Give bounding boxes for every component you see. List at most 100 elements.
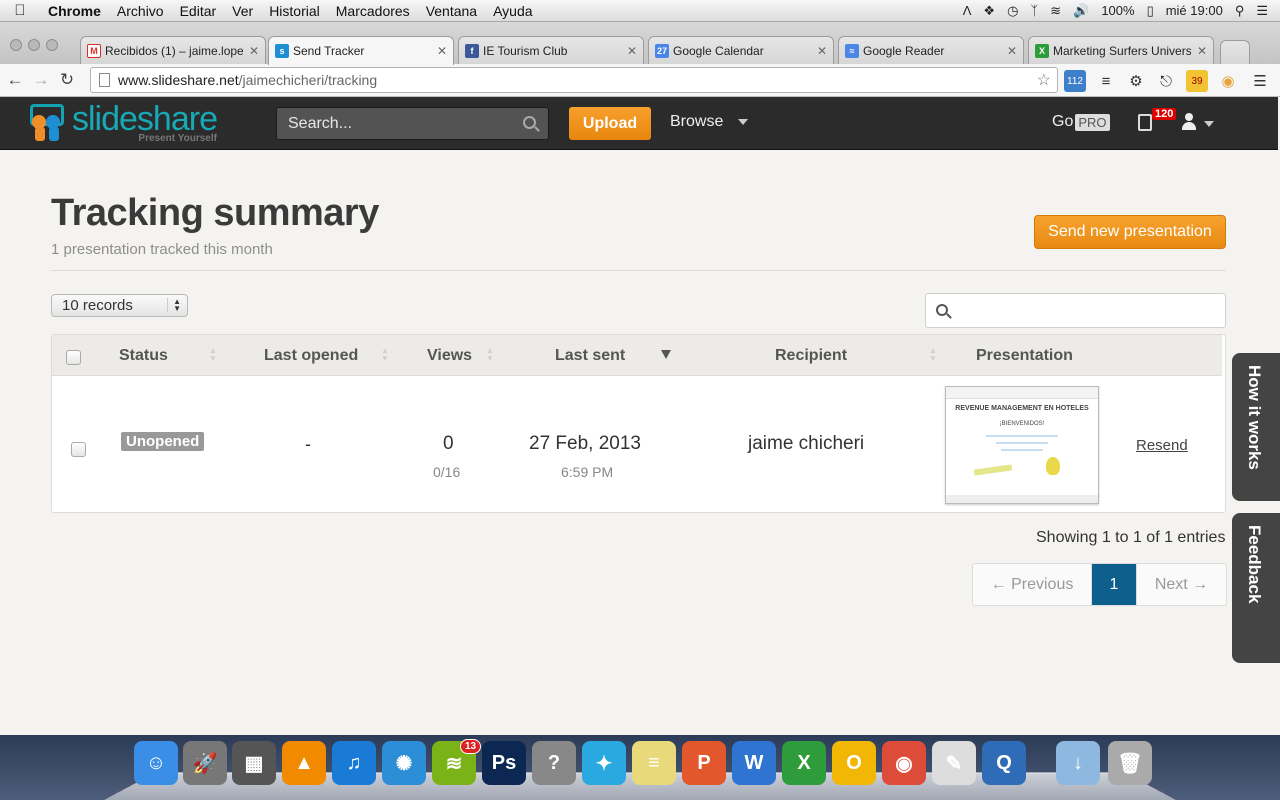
clock[interactable]: mié 19:00 — [1166, 3, 1223, 18]
extension-icon-2[interactable]: 39 — [1186, 70, 1208, 92]
finder-icon[interactable]: ☺ — [134, 741, 178, 785]
tab-send-tracker[interactable]: s Send Tracker ✕ — [268, 36, 454, 65]
close-tab-icon[interactable]: ✕ — [437, 44, 447, 58]
how-it-works-tab[interactable]: How it works — [1232, 353, 1280, 501]
reload-icon[interactable]: ↻ — [54, 70, 80, 90]
excel-icon[interactable]: X — [782, 741, 826, 785]
cookie-extension-icon[interactable]: ◉ — [1218, 70, 1238, 92]
slideshare-logo[interactable]: slideshare Present Yourself — [26, 100, 218, 144]
menu-app-name[interactable]: Chrome — [40, 3, 109, 19]
itunes-icon[interactable]: ♫ — [332, 741, 376, 785]
word-icon[interactable]: W — [732, 741, 776, 785]
column-recipient[interactable]: Recipient — [775, 347, 847, 365]
sort-descending-icon[interactable] — [661, 350, 671, 359]
tab-google-calendar[interactable]: 27 Google Calendar ✕ — [648, 36, 834, 64]
url-bar[interactable]: www.slideshare.net/jaimechicheri/trackin… — [90, 67, 1058, 93]
chrome-menu-icon[interactable]: ☰ — [1250, 70, 1270, 92]
extension-icon-1[interactable]: 112 — [1064, 70, 1086, 92]
tab-marketing-surfers[interactable]: X Marketing Surfers Univers ✕ — [1028, 36, 1214, 64]
close-tab-icon[interactable]: ✕ — [1197, 44, 1207, 58]
stickies-icon[interactable]: ≡ — [632, 741, 676, 785]
column-last-opened[interactable]: Last opened — [264, 347, 358, 365]
page-1-button[interactable]: 1 — [1092, 564, 1136, 605]
sort-icon[interactable]: ▲ ▼ — [929, 347, 937, 363]
powerpoint-icon[interactable]: P — [682, 741, 726, 785]
launchpad-icon[interactable]: 🚀 — [183, 741, 227, 785]
close-window-button[interactable] — [10, 39, 22, 51]
back-icon[interactable]: ← — [2, 70, 28, 90]
chevron-down-icon[interactable] — [1204, 121, 1214, 127]
menu-historial[interactable]: Historial — [261, 3, 328, 19]
gear-icon[interactable]: ⚙ — [1126, 70, 1146, 92]
quicktime-icon[interactable]: Q — [982, 741, 1026, 785]
go-pro-link[interactable]: Go PRO — [1052, 113, 1110, 131]
column-presentation[interactable]: Presentation — [976, 347, 1073, 365]
time-machine-icon[interactable]: ◷ — [1007, 3, 1018, 19]
menu-marcadores[interactable]: Marcadores — [328, 3, 418, 19]
user-icon[interactable] — [1181, 113, 1197, 131]
feedback-tab[interactable]: Feedback — [1232, 513, 1280, 663]
photo-app-icon[interactable]: ▦ — [232, 741, 276, 785]
tab-google-reader[interactable]: ≈ Google Reader ✕ — [838, 36, 1024, 64]
next-page-button[interactable]: Next → — [1136, 564, 1226, 605]
dropbox-status-icon[interactable]: ❖ — [983, 3, 995, 19]
help-icon[interactable]: ? — [532, 741, 576, 785]
resend-link[interactable]: Resend — [1136, 437, 1188, 454]
upload-button[interactable]: Upload — [569, 107, 651, 140]
forward-icon[interactable]: → — [28, 70, 54, 90]
zoom-window-button[interactable] — [46, 39, 58, 51]
bookmark-star-icon[interactable]: ☆ — [1037, 70, 1051, 90]
new-tab-button[interactable] — [1220, 40, 1250, 64]
vlc-icon[interactable]: ▲ — [282, 741, 326, 785]
chrome-icon[interactable]: ◉ — [882, 741, 926, 785]
sort-icon[interactable]: ▲ ▼ — [486, 347, 494, 363]
downloads-folder-icon[interactable]: ↓ — [1056, 741, 1100, 785]
bluetooth-icon[interactable]: ᛉ — [1030, 3, 1038, 18]
previous-page-button[interactable]: ← Previous — [973, 564, 1092, 605]
menu-ver[interactable]: Ver — [224, 3, 261, 19]
row-checkbox[interactable] — [71, 442, 86, 457]
records-per-page-select[interactable]: 10 records ▲ ▼ — [51, 294, 188, 317]
table-search-input[interactable] — [925, 293, 1226, 328]
sort-icon[interactable]: ▲ ▼ — [209, 347, 217, 363]
browse-menu[interactable]: Browse — [670, 113, 723, 131]
menu-ventana[interactable]: Ventana — [418, 3, 485, 19]
spotlight-icon[interactable]: ⚲ — [1235, 3, 1245, 19]
column-last-sent[interactable]: Last sent — [555, 347, 625, 365]
logo-wordmark: slideshare — [72, 100, 218, 138]
menu-ayuda[interactable]: Ayuda — [485, 3, 540, 19]
close-tab-icon[interactable]: ✕ — [249, 44, 259, 58]
tab-gmail[interactable]: M Recibidos (1) – jaime.lope ✕ — [80, 36, 266, 64]
wifi-icon[interactable]: ≋ — [1050, 3, 1061, 19]
apple-menu-icon[interactable]:  — [0, 2, 40, 19]
close-tab-icon[interactable]: ✕ — [627, 44, 637, 58]
select-all-checkbox[interactable] — [66, 350, 81, 365]
menu-editar[interactable]: Editar — [172, 3, 225, 19]
notification-center-icon[interactable]: ☰ — [1256, 3, 1268, 19]
safari-icon[interactable]: ✺ — [382, 741, 426, 785]
column-status[interactable]: Status — [119, 347, 168, 365]
column-views[interactable]: Views — [427, 347, 472, 365]
presentation-thumbnail[interactable]: REVENUE MANAGEMENT EN HOTELES ¡BIENVENID… — [945, 386, 1099, 504]
site-search-input[interactable]: Search... — [276, 107, 549, 140]
menu-archivo[interactable]: Archivo — [109, 3, 172, 19]
search-icon[interactable] — [523, 116, 536, 129]
outlook-icon[interactable]: O — [832, 741, 876, 785]
chevron-down-icon[interactable] — [738, 119, 748, 125]
battery-percent[interactable]: 100% — [1101, 3, 1134, 18]
preview-icon[interactable]: ✎ — [932, 741, 976, 785]
volume-icon[interactable]: 🔊 — [1073, 3, 1089, 19]
twitter-icon[interactable]: ✦ — [582, 741, 626, 785]
send-new-presentation-button[interactable]: Send new presentation — [1034, 215, 1226, 249]
tab-ie-tourism-club[interactable]: f IE Tourism Club ✕ — [458, 36, 644, 64]
close-tab-icon[interactable]: ✕ — [817, 44, 827, 58]
buffer-icon[interactable]: ≡ — [1096, 70, 1116, 92]
upload-extension-icon[interactable]: ⎋ — [1156, 70, 1176, 92]
sort-icon[interactable]: ▲ ▼ — [381, 347, 389, 363]
close-tab-icon[interactable]: ✕ — [1007, 44, 1017, 58]
adobe-status-icon[interactable]: Λ — [963, 3, 972, 18]
notifications-icon[interactable] — [1138, 114, 1152, 131]
trash-icon[interactable]: 🗑 — [1108, 741, 1152, 785]
minimize-window-button[interactable] — [28, 39, 40, 51]
photoshop-icon[interactable]: Ps — [482, 741, 526, 785]
